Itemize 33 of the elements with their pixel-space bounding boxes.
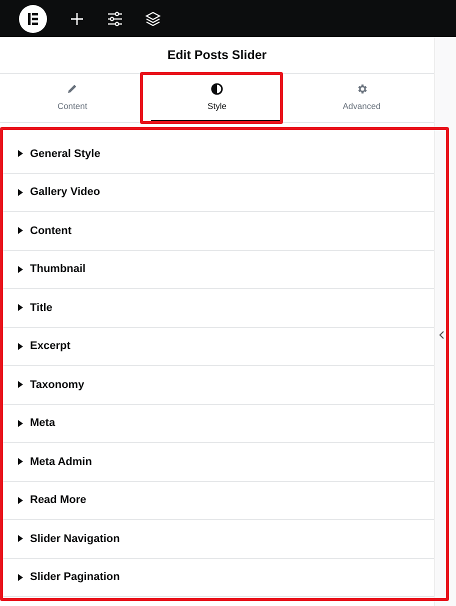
caret-icon[interactable] xyxy=(18,535,23,542)
layers-icon[interactable] xyxy=(145,10,161,26)
contrast-icon xyxy=(211,83,223,95)
section-label[interactable]: Content xyxy=(30,224,72,237)
caret-icon[interactable] xyxy=(18,496,23,504)
caret-icon[interactable] xyxy=(18,458,23,466)
section-label[interactable]: Meta Admin xyxy=(30,456,92,468)
caret-icon[interactable] xyxy=(18,304,23,312)
gear-icon xyxy=(356,83,368,95)
section-label[interactable]: Gallery Video xyxy=(30,186,100,198)
caret-icon[interactable] xyxy=(18,150,23,158)
section-label[interactable]: Read More xyxy=(30,494,86,506)
caret-icon[interactable] xyxy=(18,342,23,350)
caret-icon[interactable] xyxy=(18,266,23,273)
section-label[interactable]: Slider Pagination xyxy=(30,571,120,584)
logo-icon[interactable] xyxy=(19,4,47,32)
panel-title: Edit Posts Slider xyxy=(167,48,267,62)
section-label[interactable]: Slider Navigation xyxy=(30,532,120,545)
section-label[interactable]: Thumbnail xyxy=(30,263,86,276)
collapse-icon[interactable] xyxy=(439,331,444,339)
caret-icon[interactable] xyxy=(18,420,23,427)
section-label[interactable]: Title xyxy=(30,302,52,314)
pencil-icon xyxy=(66,83,78,95)
caret-icon[interactable] xyxy=(18,227,23,234)
add-icon[interactable] xyxy=(69,10,85,26)
section-label[interactable]: Excerpt xyxy=(30,340,70,352)
section-label[interactable]: Taxonomy xyxy=(30,378,84,391)
caret-icon[interactable] xyxy=(18,574,23,581)
section-label[interactable]: General Style xyxy=(30,148,100,160)
section-label[interactable]: Meta xyxy=(30,417,56,430)
sliders-icon[interactable] xyxy=(107,10,123,26)
caret-icon[interactable] xyxy=(18,381,23,388)
caret-icon[interactable] xyxy=(18,188,23,196)
